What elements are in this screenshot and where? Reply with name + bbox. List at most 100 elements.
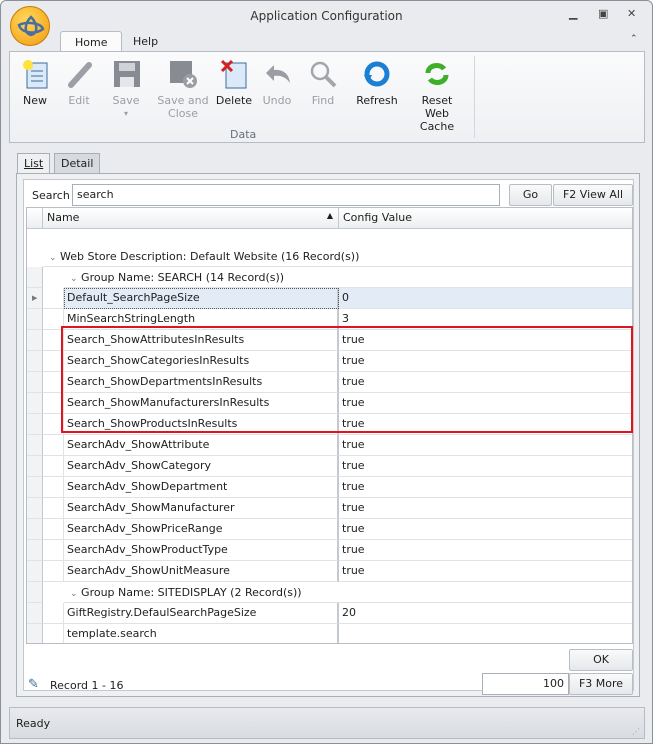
- value-cell[interactable]: true: [339, 414, 632, 435]
- value-cell[interactable]: 0: [339, 288, 632, 309]
- ribbon-separator: [474, 56, 475, 138]
- close-icon[interactable]: ✕: [627, 7, 636, 20]
- maximize-icon[interactable]: ▣: [598, 7, 608, 20]
- name-cell[interactable]: Search_ShowManufacturersInResults: [64, 393, 339, 414]
- table-row[interactable]: Search_ShowManufacturersInResults true: [27, 393, 632, 414]
- name-cell[interactable]: GiftRegistry.DefaulSearchPageSize: [64, 603, 339, 624]
- name-cell[interactable]: MinSearchStringLength: [64, 309, 339, 330]
- table-row[interactable]: GiftRegistry.DefaulSearchPageSize 20: [27, 603, 632, 624]
- name-cell[interactable]: SearchAdv_ShowAttribute: [64, 435, 339, 456]
- find-button[interactable]: Find: [306, 58, 340, 107]
- save-button[interactable]: Save ▾: [106, 58, 146, 120]
- new-button[interactable]: New: [16, 58, 54, 107]
- name-cell[interactable]: Default_SearchPageSize: [64, 288, 339, 309]
- indent-cell: [43, 561, 64, 582]
- row-indicator: [27, 624, 43, 643]
- name-cell[interactable]: SearchAdv_ShowManufacturer: [64, 498, 339, 519]
- name-cell[interactable]: SearchAdv_ShowDepartment: [64, 477, 339, 498]
- table-row[interactable]: SearchAdv_ShowDepartment true: [27, 477, 632, 498]
- value-cell[interactable]: true: [339, 330, 632, 351]
- list-panel: Search search Go F2 View All Name ▲ Confi…: [16, 173, 640, 697]
- name-cell[interactable]: Search_ShowDepartmentsInResults: [64, 372, 339, 393]
- name-cell[interactable]: template.search: [64, 624, 339, 643]
- value-cell[interactable]: true: [339, 561, 632, 582]
- ok-button[interactable]: OK: [569, 649, 633, 671]
- name-cell[interactable]: SearchAdv_ShowPriceRange: [64, 519, 339, 540]
- column-header-config-value[interactable]: Config Value: [339, 208, 632, 229]
- go-button[interactable]: Go: [509, 184, 552, 206]
- floppy-disk-icon: [110, 58, 142, 90]
- table-row[interactable]: SearchAdv_ShowProductType true: [27, 540, 632, 561]
- value-cell[interactable]: true: [339, 498, 632, 519]
- collapse-ribbon-icon[interactable]: ⌃: [630, 34, 638, 44]
- page-size-input[interactable]: 100: [482, 673, 569, 695]
- row-indicator: [27, 414, 43, 435]
- name-cell[interactable]: Search_ShowCategoriesInResults: [64, 351, 339, 372]
- column-header-name[interactable]: Name ▲: [43, 208, 339, 229]
- row-indicator: [27, 372, 43, 393]
- name-cell[interactable]: SearchAdv_ShowProductType: [64, 540, 339, 561]
- indent-cell: [43, 519, 64, 540]
- chevron-down-icon: ⌄: [49, 253, 57, 263]
- name-cell[interactable]: Search_ShowProductsInResults: [64, 414, 339, 435]
- table-row[interactable]: Search_ShowDepartmentsInResults true: [27, 372, 632, 393]
- pencil-icon: [63, 58, 95, 90]
- indent-cell: [43, 414, 64, 435]
- value-cell[interactable]: 3: [339, 309, 632, 330]
- table-row[interactable]: Search_ShowProductsInResults true: [27, 414, 632, 435]
- save-and-close-button[interactable]: Save and Close: [156, 58, 210, 120]
- minimize-icon[interactable]: ▁: [569, 7, 577, 20]
- save-close-icon: [167, 58, 199, 90]
- record-count: Record 1 - 16: [50, 679, 124, 692]
- ribbon-tab-help[interactable]: Help: [119, 31, 172, 52]
- refresh-button[interactable]: Refresh: [354, 58, 400, 107]
- name-cell[interactable]: SearchAdv_ShowUnitMeasure: [64, 561, 339, 582]
- edit-button[interactable]: Edit: [60, 58, 98, 107]
- value-cell[interactable]: true: [339, 540, 632, 561]
- table-row[interactable]: SearchAdv_ShowManufacturer true: [27, 498, 632, 519]
- window-title: Application Configuration: [250, 9, 403, 23]
- row-indicator: [27, 582, 43, 603]
- reset-web-cache-button[interactable]: Reset Web Cache: [408, 58, 466, 133]
- group-row-web-store[interactable]: ⌄ Web Store Description: Default Website…: [43, 246, 632, 267]
- value-cell[interactable]: true: [339, 477, 632, 498]
- value-cell[interactable]: [339, 624, 632, 643]
- delete-button[interactable]: Delete: [214, 58, 254, 107]
- undo-button[interactable]: Undo: [260, 58, 294, 107]
- record-icon: ✎: [28, 677, 39, 692]
- name-cell[interactable]: SearchAdv_ShowCategory: [64, 456, 339, 477]
- value-cell[interactable]: true: [339, 351, 632, 372]
- tab-list[interactable]: List: [17, 153, 51, 175]
- more-button[interactable]: F3 More: [569, 673, 633, 695]
- group-row-search[interactable]: ⌄ Group Name: SEARCH (14 Record(s)): [64, 267, 632, 288]
- app-window: Application Configuration ▁ ▣ ✕ ⌃ Home H…: [0, 0, 653, 744]
- ribbon: New Edit Save ▾ Save and Close Delete Und…: [9, 51, 645, 143]
- row-indicator: [27, 498, 43, 519]
- value-cell[interactable]: 20: [339, 603, 632, 624]
- row-indicator: [27, 351, 43, 372]
- value-cell[interactable]: true: [339, 435, 632, 456]
- row-indicator: [27, 561, 43, 582]
- table-row[interactable]: SearchAdv_ShowAttribute true: [27, 435, 632, 456]
- view-all-button[interactable]: F2 View All: [553, 184, 633, 206]
- table-row[interactable]: Search_ShowAttributesInResults true: [27, 330, 632, 351]
- table-row[interactable]: SearchAdv_ShowUnitMeasure true: [27, 561, 632, 582]
- value-cell[interactable]: true: [339, 393, 632, 414]
- table-row[interactable]: SearchAdv_ShowCategory true: [27, 456, 632, 477]
- table-row[interactable]: MinSearchStringLength 3: [27, 309, 632, 330]
- value-cell[interactable]: true: [339, 372, 632, 393]
- resize-grip-icon[interactable]: ⋰: [632, 727, 640, 736]
- table-row[interactable]: SearchAdv_ShowPriceRange true: [27, 519, 632, 540]
- value-cell[interactable]: true: [339, 456, 632, 477]
- table-row[interactable]: Search_ShowCategoriesInResults true: [27, 351, 632, 372]
- list-content: Search search Go F2 View All Name ▲ Confi…: [23, 179, 634, 695]
- search-input[interactable]: search: [72, 184, 500, 206]
- value-cell[interactable]: true: [339, 519, 632, 540]
- table-row[interactable]: ▶ Default_SearchPageSize 0: [27, 288, 632, 309]
- name-cell[interactable]: Search_ShowAttributesInResults: [64, 330, 339, 351]
- ribbon-tab-home[interactable]: Home: [60, 31, 123, 52]
- tab-detail[interactable]: Detail: [54, 153, 101, 174]
- group-row-sitedisplay[interactable]: ⌄ Group Name: SITEDISPLAY (2 Record(s)): [64, 582, 632, 603]
- table-row[interactable]: template.search: [27, 624, 632, 643]
- indent-cell: [43, 540, 64, 561]
